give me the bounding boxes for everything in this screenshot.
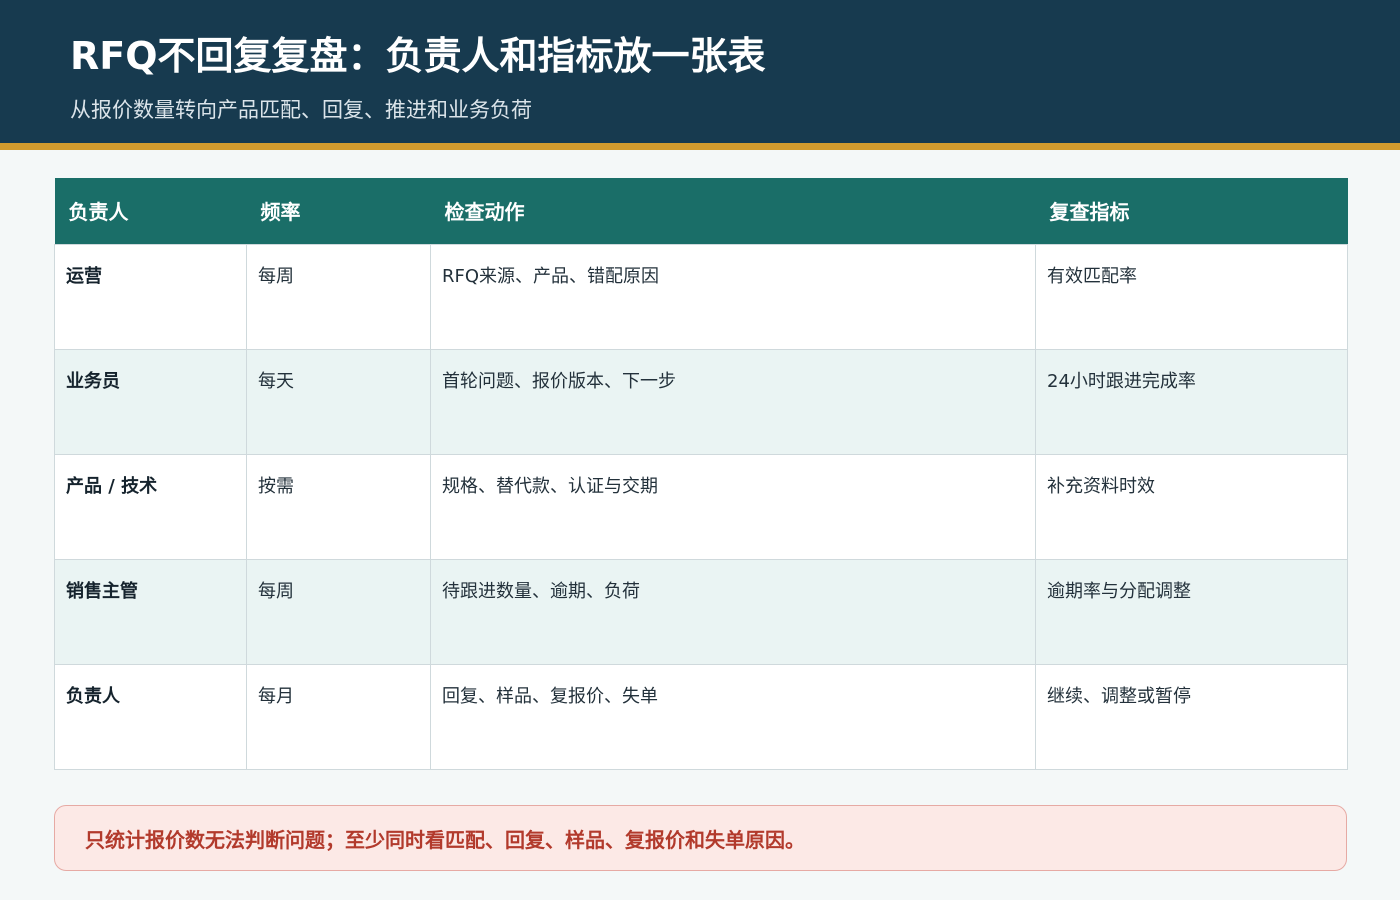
metric-cell: 24小时跟进完成率 — [1035, 348, 1348, 455]
action-cell: 规格、替代款、认证与交期 — [430, 453, 1036, 560]
action-cell: RFQ来源、产品、错配原因 — [430, 243, 1036, 350]
warning-note: 只统计报价数无法判断问题；至少同时看匹配、回复、样品、复报价和失单原因。 — [54, 805, 1347, 871]
frequency-cell: 每周 — [246, 243, 431, 350]
owner-cell: 销售主管 — [54, 558, 247, 665]
frequency-cell: 每月 — [246, 663, 431, 770]
frequency-cell: 每周 — [246, 558, 431, 665]
metric-cell: 补充资料时效 — [1035, 453, 1348, 560]
column-header-owner: 负责人 — [54, 178, 247, 244]
table-row: 产品 / 技术 按需 规格、替代款、认证与交期 补充资料时效 — [54, 453, 1348, 560]
column-header-frequency: 频率 — [246, 178, 431, 244]
metric-cell: 有效匹配率 — [1035, 243, 1348, 350]
table-header: 负责人 频率 检查动作 复查指标 — [54, 178, 1348, 244]
page-title: RFQ不回复复盘：负责人和指标放一张表 — [70, 34, 766, 78]
metric-cell: 继续、调整或暂停 — [1035, 663, 1348, 770]
action-cell: 回复、样品、复报价、失单 — [430, 663, 1036, 770]
frequency-cell: 按需 — [246, 453, 431, 560]
table-row: 负责人 每月 回复、样品、复报价、失单 继续、调整或暂停 — [54, 663, 1348, 770]
review-table: 负责人 频率 检查动作 复查指标 运营 每周 RFQ来源、产品、错配原因 有效匹… — [54, 178, 1348, 770]
owner-cell: 业务员 — [54, 348, 247, 455]
column-header-metric: 复查指标 — [1035, 178, 1348, 244]
action-cell: 待跟进数量、逾期、负荷 — [430, 558, 1036, 665]
table-row: 销售主管 每周 待跟进数量、逾期、负荷 逾期率与分配调整 — [54, 558, 1348, 665]
owner-cell: 产品 / 技术 — [54, 453, 247, 560]
table-row: 运营 每周 RFQ来源、产品、错配原因 有效匹配率 — [54, 243, 1348, 350]
column-header-action: 检查动作 — [430, 178, 1036, 244]
page-header: RFQ不回复复盘：负责人和指标放一张表 从报价数量转向产品匹配、回复、推进和业务… — [0, 0, 1400, 143]
warning-note-text: 只统计报价数无法判断问题；至少同时看匹配、回复、样品、复报价和失单原因。 — [85, 827, 805, 852]
action-cell: 首轮问题、报价版本、下一步 — [430, 348, 1036, 455]
table-body: 运营 每周 RFQ来源、产品、错配原因 有效匹配率 业务员 每天 首轮问题、报价… — [54, 243, 1348, 770]
owner-cell: 负责人 — [54, 663, 247, 770]
owner-cell: 运营 — [54, 243, 247, 350]
frequency-cell: 每天 — [246, 348, 431, 455]
review-table-container: 负责人 频率 检查动作 复查指标 运营 每周 RFQ来源、产品、错配原因 有效匹… — [54, 178, 1348, 770]
table-row: 业务员 每天 首轮问题、报价版本、下一步 24小时跟进完成率 — [54, 348, 1348, 455]
table-header-row: 负责人 频率 检查动作 复查指标 — [54, 178, 1348, 244]
page-subtitle: 从报价数量转向产品匹配、回复、推进和业务负荷 — [70, 98, 532, 122]
header-accent-bar — [0, 143, 1400, 150]
metric-cell: 逾期率与分配调整 — [1035, 558, 1348, 665]
